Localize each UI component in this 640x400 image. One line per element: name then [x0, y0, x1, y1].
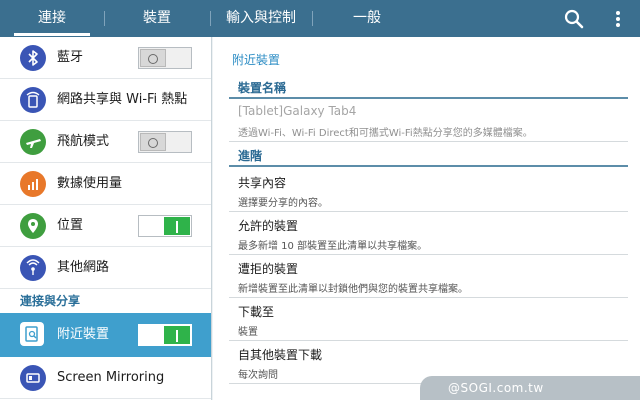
- data-usage-icon: [20, 171, 46, 197]
- page-title: 附近裝置: [232, 53, 281, 67]
- sidebar-item-label: Screen Mirroring: [57, 370, 165, 385]
- nearby-devices-icon: [20, 322, 44, 346]
- screen-mirroring-icon: [20, 365, 46, 391]
- settings-sidebar: 藍牙 網路共享與 Wi-Fi 熱點 飛航模式 數據使用量 位置 其他網路 連接與…: [0, 37, 212, 400]
- toggle-knob: [164, 326, 190, 344]
- tab-label: 輸入與控制: [226, 10, 296, 26]
- location-icon: [20, 213, 46, 239]
- category-advanced: 進階: [229, 145, 628, 167]
- tab-input-control[interactable]: 輸入與控制: [210, 0, 312, 37]
- sidebar-item-label: 附近裝置: [57, 327, 110, 342]
- row-rejected-devices[interactable]: 遭拒的裝置 新增裝置至此清單以封鎖他們與您的裝置共享檔案。: [229, 255, 628, 298]
- tethering-icon: [20, 87, 46, 113]
- overflow-menu-icon[interactable]: [608, 5, 628, 33]
- tab-label: 一般: [353, 10, 381, 26]
- tab-general[interactable]: 一般: [312, 0, 422, 37]
- toggle-knob: [140, 49, 166, 67]
- row-subtitle: 裝置: [238, 327, 258, 338]
- row-subtitle: 新增裝置至此清單以封鎖他們與您的裝置共享檔案。: [238, 284, 468, 295]
- row-subtitle: 最多新增 10 部裝置至此清單以共享檔案。: [238, 241, 428, 252]
- sidebar-item-nearby-devices[interactable]: 附近裝置: [0, 313, 211, 357]
- row-subtitle: 每次詢問: [238, 370, 278, 381]
- bluetooth-toggle[interactable]: [138, 47, 192, 69]
- row-title: 下載至: [238, 305, 275, 319]
- toggle-knob: [164, 217, 190, 235]
- airplane-icon: [20, 129, 46, 155]
- sidebar-item-label: 飛航模式: [57, 134, 110, 149]
- watermark: @SOGI.com.tw: [420, 376, 640, 400]
- sidebar-item-label: 網路共享與 Wi-Fi 熱點: [57, 92, 188, 107]
- row-subtitle: 透過Wi-Fi、Wi-Fi Direct和可攜式Wi-Fi熱點分享您的多媒體檔案…: [238, 128, 533, 139]
- row-title: 共享內容: [238, 176, 287, 190]
- network-icon: [20, 255, 46, 281]
- row-title: [Tablet]Galaxy Tab4: [238, 104, 357, 118]
- row-title: 遭拒的裝置: [238, 262, 299, 276]
- top-tab-bar: 連接 裝置 輸入與控制 一般: [0, 0, 640, 37]
- sidebar-item-label: 其他網路: [57, 260, 110, 275]
- nearby-devices-toggle[interactable]: [138, 324, 192, 346]
- sidebar-item-data-usage[interactable]: 數據使用量: [0, 163, 211, 205]
- search-icon[interactable]: [560, 5, 588, 33]
- tab-label: 連接: [38, 10, 66, 26]
- sidebar-item-label: 位置: [57, 218, 84, 233]
- sidebar-item-screen-mirroring[interactable]: Screen Mirroring: [0, 357, 211, 399]
- row-allowed-devices[interactable]: 允許的裝置 最多新增 10 部裝置至此清單以共享檔案。: [229, 212, 628, 255]
- bluetooth-icon: [20, 45, 46, 71]
- row-title: 自其他裝置下載: [238, 348, 323, 362]
- location-toggle[interactable]: [138, 215, 192, 237]
- sidebar-item-location[interactable]: 位置: [0, 205, 211, 247]
- row-shared-content[interactable]: 共享內容 選擇要分享的內容。: [229, 169, 628, 212]
- row-download-to[interactable]: 下載至 裝置: [229, 298, 628, 341]
- sidebar-item-bluetooth[interactable]: 藍牙: [0, 37, 211, 79]
- section-header-connect-share: 連接與分享: [20, 294, 81, 308]
- toggle-knob: [140, 133, 166, 151]
- device-name-row[interactable]: [Tablet]Galaxy Tab4 透過Wi-Fi、Wi-Fi Direct…: [229, 99, 628, 142]
- tab-connections[interactable]: 連接: [0, 0, 104, 37]
- sidebar-item-label: 數據使用量: [57, 176, 123, 191]
- tab-label: 裝置: [143, 10, 171, 26]
- category-device-name: 裝置名稱: [229, 77, 628, 99]
- nearby-devices-panel: 附近裝置 裝置名稱 [Tablet]Galaxy Tab4 透過Wi-Fi、Wi…: [213, 37, 640, 400]
- sidebar-item-airplane-mode[interactable]: 飛航模式: [0, 121, 211, 163]
- row-title: 允許的裝置: [238, 219, 299, 233]
- sidebar-item-tethering[interactable]: 網路共享與 Wi-Fi 熱點: [0, 79, 211, 121]
- tab-device[interactable]: 裝置: [104, 0, 210, 37]
- airplane-mode-toggle[interactable]: [138, 131, 192, 153]
- sidebar-item-label: 藍牙: [57, 50, 84, 65]
- row-subtitle: 選擇要分享的內容。: [238, 198, 328, 209]
- sidebar-item-other-networks[interactable]: 其他網路: [0, 247, 211, 289]
